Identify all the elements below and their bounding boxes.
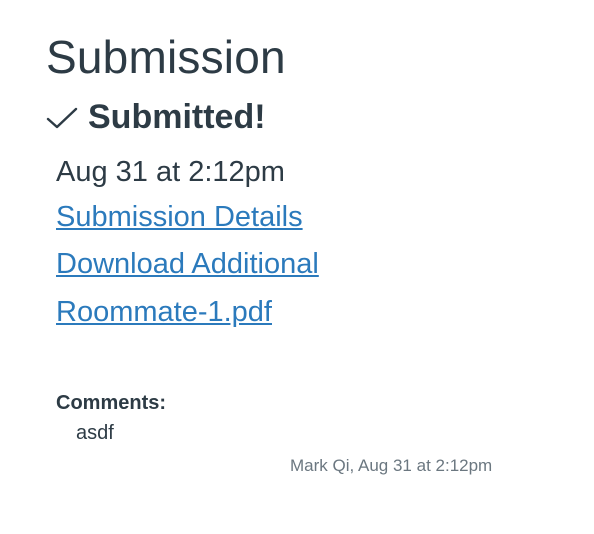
comment-meta: Mark Qi, Aug 31 at 2:12pm [290,455,493,475]
submission-details: Aug 31 at 2:12pm Submission Details Down… [56,151,566,336]
comments-section: Comments: asdf Mark Qi, Aug 31 at 2:12pm [56,390,566,476]
submission-status: Submitted! [46,98,566,137]
status-label: Submitted! [88,98,266,137]
page-title: Submission [46,31,286,83]
comment-text: asdf [76,421,114,444]
submission-details-link[interactable]: Submission Details [56,194,566,241]
comments-label: Comments: [56,391,167,414]
file-link-roommate[interactable]: Roommate-1.pdf [56,289,566,336]
download-additional-link[interactable]: Download Additional [56,241,566,288]
checkmark-icon [46,104,80,132]
submitted-date: Aug 31 at 2:12pm [56,155,285,188]
comment-item: asdf Mark Qi, Aug 31 at 2:12pm [56,420,566,476]
submission-panel: Submission Submitted! Aug 31 at 2:12pm S… [46,30,566,476]
